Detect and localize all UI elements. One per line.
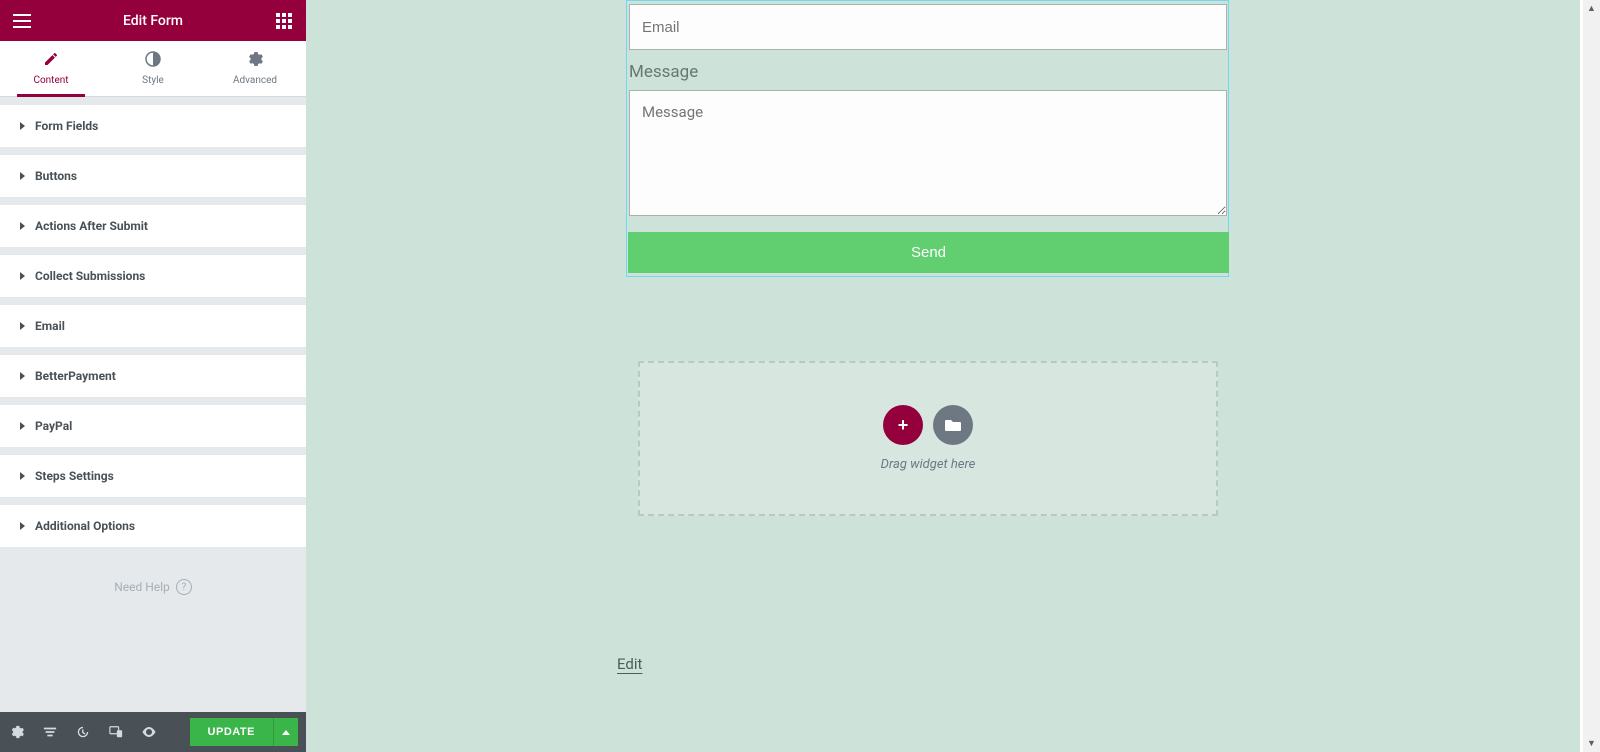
contrast-icon [145, 51, 161, 71]
section-label: Steps Settings [35, 469, 114, 483]
apps-grid-icon[interactable] [274, 11, 294, 31]
section-label: BetterPayment [35, 369, 116, 383]
settings-icon[interactable] [8, 725, 25, 739]
section-label: Buttons [35, 169, 77, 183]
folder-icon [944, 418, 962, 432]
section-label: Email [35, 319, 65, 333]
question-icon: ? [176, 579, 192, 595]
caret-right-icon [20, 272, 25, 280]
gear-icon [247, 51, 263, 71]
caret-up-icon [282, 730, 290, 735]
caret-right-icon [20, 122, 25, 130]
editor-sidebar: Edit Form Content Style Advanced Form Fi… [0, 0, 306, 752]
drop-zone-text: Drag widget here [881, 457, 976, 472]
form-widget[interactable]: Message Send [626, 0, 1229, 277]
message-textarea[interactable] [629, 90, 1227, 216]
pencil-icon [43, 51, 59, 71]
section-label: Form Fields [35, 119, 98, 133]
tab-style[interactable]: Style [102, 41, 204, 96]
widget-drop-zone[interactable]: + Drag widget here [638, 361, 1218, 516]
tab-label: Style [142, 75, 164, 86]
section-form-fields[interactable]: Form Fields [0, 105, 306, 147]
sidebar-header: Edit Form [0, 0, 306, 41]
preview-icon[interactable] [140, 725, 157, 739]
menu-icon[interactable] [12, 11, 32, 31]
caret-right-icon [20, 472, 25, 480]
update-options-button[interactable] [273, 718, 298, 746]
section-steps-settings[interactable]: Steps Settings [0, 455, 306, 497]
scroll-up-button[interactable]: ▲ [1583, 0, 1600, 17]
section-additional-options[interactable]: Additional Options [0, 505, 306, 547]
email-input[interactable] [629, 4, 1227, 50]
section-buttons[interactable]: Buttons [0, 155, 306, 197]
section-actions-after-submit[interactable]: Actions After Submit [0, 205, 306, 247]
section-label: Additional Options [35, 519, 135, 533]
caret-right-icon [20, 322, 25, 330]
section-list: Form Fields Buttons Actions After Submit… [0, 97, 306, 712]
caret-right-icon [20, 522, 25, 530]
message-label: Message [627, 52, 1228, 90]
caret-right-icon [20, 372, 25, 380]
scroll-down-button[interactable]: ▼ [1583, 735, 1600, 752]
tab-content[interactable]: Content [0, 41, 102, 96]
plus-icon: + [898, 415, 909, 436]
preview-canvas: Message Send + Drag widget here Edit [306, 0, 1580, 752]
sidebar-footer: UPDATE [0, 712, 306, 752]
editor-tabs: Content Style Advanced [0, 41, 306, 97]
history-icon[interactable] [74, 725, 91, 739]
caret-right-icon [20, 222, 25, 230]
update-button[interactable]: UPDATE [190, 718, 273, 746]
tab-label: Advanced [233, 75, 277, 86]
tab-label: Content [33, 75, 68, 86]
edit-link[interactable]: Edit [617, 655, 642, 673]
need-help-link[interactable]: Need Help ? [0, 555, 306, 627]
section-label: Collect Submissions [35, 269, 145, 283]
responsive-icon[interactable] [107, 725, 124, 739]
update-button-group: UPDATE [190, 718, 298, 746]
section-email[interactable]: Email [0, 305, 306, 347]
caret-right-icon [20, 422, 25, 430]
section-collect-submissions[interactable]: Collect Submissions [0, 255, 306, 297]
caret-right-icon [20, 172, 25, 180]
vertical-scrollbar[interactable]: ▲ ▼ [1583, 0, 1600, 752]
panel-title: Edit Form [32, 13, 274, 29]
drop-zone-buttons: + [883, 405, 973, 445]
section-betterpayment[interactable]: BetterPayment [0, 355, 306, 397]
section-label: PayPal [35, 419, 72, 433]
section-label: Actions After Submit [35, 219, 148, 233]
navigator-icon[interactable] [41, 725, 58, 739]
section-paypal[interactable]: PayPal [0, 405, 306, 447]
help-label: Need Help [114, 580, 170, 594]
scroll-track[interactable] [1583, 17, 1600, 735]
template-library-button[interactable] [933, 405, 973, 445]
add-widget-button[interactable]: + [883, 405, 923, 445]
tab-advanced[interactable]: Advanced [204, 41, 306, 96]
send-button[interactable]: Send [628, 232, 1229, 273]
